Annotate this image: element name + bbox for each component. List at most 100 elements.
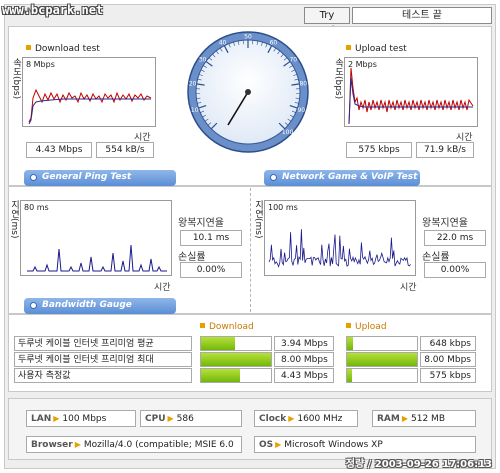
bandwidth-row-label: 두루넷 케이블 인터넷 프리미엄 최대	[14, 352, 192, 367]
game-loss-label: 손실률	[422, 252, 450, 263]
download-speed-bps: 4.43 Mbps	[26, 142, 92, 158]
download-bar	[200, 368, 272, 383]
upload-column-header: Upload	[346, 322, 387, 332]
gauge-hub	[245, 89, 251, 95]
ram-label: RAM	[377, 414, 400, 424]
gauge-scale-label: 70	[289, 57, 297, 64]
browser-label: Browser	[31, 440, 73, 450]
bandwidth-row-label: 두루넷 케이블 인터넷 프리미엄 평균	[14, 336, 192, 351]
lan-value: 100 Mbps	[62, 414, 107, 424]
browser-value: Mozilla/4.0 (compatible; MSIE 6.0	[83, 440, 234, 450]
arrow-right-icon: ▶	[275, 440, 282, 449]
download-speed-bytes: 554 kB/s	[96, 142, 154, 158]
game-tick-label: 100 ms	[268, 203, 298, 212]
upload-bar	[346, 368, 418, 383]
cpu-label: CPU	[145, 414, 166, 424]
upload-bar-value: 8.00 Mbps	[420, 352, 476, 367]
os-value: Microsoft Windows XP	[284, 440, 383, 450]
upload-bar-fill	[347, 337, 353, 350]
ram-info: RAM ▶ 512 MB	[372, 410, 476, 427]
try-again-button[interactable]: Try again	[304, 7, 350, 36]
test-status-field: 테스트 끝	[352, 7, 492, 24]
arrow-right-icon: ▶	[74, 440, 81, 449]
upload-column-header-text: Upload	[355, 322, 387, 332]
upload-bar-fill	[347, 369, 352, 382]
speed-gauge: 10 20 30 40 50 60 70 80 90 100	[187, 31, 309, 153]
download-tick-label: 8 Mbps	[26, 60, 55, 69]
download-bar	[200, 352, 272, 367]
clock-label: Clock	[259, 414, 287, 424]
download-column-header: Download	[200, 322, 254, 332]
ping-tick-label: 80 ms	[24, 203, 49, 212]
clock-value: 1600 MHz	[297, 414, 343, 424]
footer-timestamp: 정량 / 2003-09-26 17:06:13	[345, 459, 492, 470]
arrow-right-icon: ▶	[53, 414, 60, 423]
tab-bandwidth-gauge[interactable]: Bandwidth Gauge	[24, 298, 176, 314]
arrow-right-icon: ▶	[167, 414, 174, 423]
upload-bar	[346, 352, 418, 367]
gauge-scale-label: 50	[244, 34, 252, 41]
download-bar-fill	[201, 353, 271, 366]
ping-xlabel: 시간	[154, 283, 171, 293]
arrow-right-icon: ▶	[288, 414, 295, 423]
ping-chart: 80 ms	[20, 200, 172, 276]
arrow-right-icon: ▶	[401, 414, 409, 423]
watermark: www.bcpark.net	[2, 3, 104, 17]
upload-test-title-text: Upload test	[355, 44, 407, 54]
gauge-scale-label: 90	[297, 107, 305, 114]
download-bar-fill	[201, 337, 235, 350]
download-trace-blue	[28, 98, 151, 125]
game-delay-label: 왕복지연율	[422, 218, 468, 229]
upload-trace-red	[348, 67, 474, 125]
download-bar-value: 3.94 Mbps	[274, 336, 334, 351]
ping-delay-label: 왕복지연율	[178, 218, 224, 229]
gauge-scale-label: 60	[270, 40, 278, 47]
cpu-value: 586	[176, 414, 194, 424]
download-test-title: Download test	[26, 44, 100, 54]
ping-loss-value: 0.00%	[180, 262, 242, 278]
upload-test-title: Upload test	[346, 44, 407, 54]
ping-trace	[27, 244, 167, 272]
game-chart: 100 ms	[264, 200, 416, 276]
gauge-scale-label: 10	[191, 107, 199, 114]
upload-bar-fill	[347, 353, 417, 366]
os-label: OS	[259, 440, 274, 450]
cpu-info: CPU ▶ 586	[140, 410, 242, 427]
upload-speed-bps: 575 kbps	[346, 142, 412, 158]
lan-label: LAN	[31, 414, 52, 424]
game-loss-value: 0.00%	[424, 262, 486, 278]
os-info: OS ▶ Microsoft Windows XP	[254, 436, 476, 453]
lan-info: LAN ▶ 100 Mbps	[26, 410, 136, 427]
upload-bar-value: 648 kbps	[420, 336, 476, 351]
ping-delay-value: 10.1 ms	[180, 230, 242, 246]
upload-chart: 2 Mbps	[344, 57, 478, 127]
download-bar-fill	[201, 369, 240, 382]
gauge-scale-label: 40	[219, 40, 227, 47]
gauge-scale-label: 100	[282, 129, 294, 136]
download-bar-value: 4.43 Mbps	[274, 368, 334, 383]
bandwidth-row-label: 사용자 측정값	[14, 368, 192, 383]
download-column-header-text: Download	[209, 322, 254, 332]
game-trace	[268, 229, 411, 268]
ping-loss-label: 손실률	[178, 252, 206, 263]
download-chart: 8 Mbps	[22, 57, 156, 127]
upload-trace-blue	[348, 77, 473, 125]
game-xlabel: 시간	[400, 283, 417, 293]
browser-info: Browser ▶ Mozilla/4.0 (compatible; MSIE 6.…	[26, 436, 242, 453]
upload-speed-bytes: 71.9 kB/s	[416, 142, 474, 158]
upload-bar-value: 575 kbps	[420, 368, 476, 383]
upload-tick-label: 2 Mbps	[348, 60, 377, 69]
download-test-title-text: Download test	[35, 44, 100, 54]
gauge-scale-label: 30	[199, 57, 207, 64]
tab-general-ping-test[interactable]: General Ping Test	[24, 170, 176, 186]
gauge-scale-label: 20	[189, 81, 197, 88]
download-bar-value: 8.00 Mbps	[274, 352, 334, 367]
latency-divider	[250, 188, 251, 312]
clock-info: Clock ▶ 1600 MHz	[254, 410, 358, 427]
upload-bar	[346, 336, 418, 351]
tab-network-game-voip-test[interactable]: Network Game & VoIP Test	[264, 170, 420, 186]
game-delay-value: 22.0 ms	[424, 230, 486, 246]
gauge-scale-label: 80	[299, 81, 307, 88]
download-bar	[200, 336, 272, 351]
download-trace-red	[28, 88, 152, 123]
